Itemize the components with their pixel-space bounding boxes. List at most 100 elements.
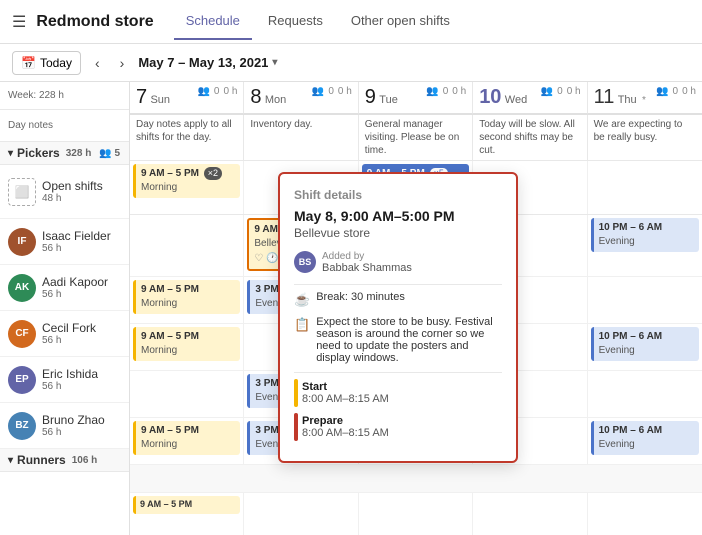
added-by-label: Added by xyxy=(322,251,364,262)
pickers-chevron: ▾ xyxy=(8,148,13,159)
sidebar-item-bruno: BZ Bruno Zhao 56 h xyxy=(0,403,129,449)
tab-requests[interactable]: Requests xyxy=(256,3,335,40)
shift-aadi-sun[interactable]: 9 AM – 5 PM Morning xyxy=(133,280,240,314)
day-headers: 7 Sun 👥0 0 h 8 xyxy=(130,82,702,115)
pickers-label: Pickers xyxy=(17,146,60,160)
shift-open-sun[interactable]: 9 AM – 5 PM ×2 Morning xyxy=(133,164,240,198)
shift-bruno-thu[interactable]: 10 PM – 6 AM Evening xyxy=(591,421,699,455)
date-range-chevron: ▾ xyxy=(272,57,277,68)
popup-note: 📋 Expect the store to be busy. Festival … xyxy=(294,316,502,364)
day-note-3: Today will be slow. All second shifts ma… xyxy=(473,115,587,160)
popup-added-by: BS Added by Babbak Shammas xyxy=(294,250,502,274)
section-runners[interactable]: ▾ Runners 106 h xyxy=(0,449,129,472)
nav-tabs: Schedule Requests Other open shifts xyxy=(174,3,462,40)
avatar-cecil: CF xyxy=(8,320,36,348)
segment-info-start: Start 8:00 AM–8:15 AM xyxy=(302,381,389,405)
segment-color-bar-start xyxy=(294,379,298,407)
day-note-1: Inventory day. xyxy=(244,115,358,160)
week-summary: Week: 228 h xyxy=(0,82,129,110)
day-number-10: 10 xyxy=(479,86,501,108)
open-shifts-icon: ⬜ xyxy=(8,178,36,206)
shift-cecil-sun[interactable]: 9 AM – 5 PM Morning xyxy=(133,327,240,361)
day-number-8: 8 xyxy=(250,86,261,108)
day-stats-9: 👥0 0 h xyxy=(426,86,466,97)
day-header-9: 9 Tue 👥0 0 h xyxy=(359,82,473,114)
runners-chevron: ▾ xyxy=(8,455,13,466)
app-container: ☰ Redmond store Schedule Requests Other … xyxy=(0,0,702,535)
day-stats-10: 👥0 0 h xyxy=(541,86,581,97)
avatar-bruno: BZ xyxy=(8,412,36,440)
note-text: Expect the store to be busy. Festival se… xyxy=(316,316,502,364)
day-stats-11: 👥0 0 h xyxy=(656,86,696,97)
sidebar-item-aadi: AK Aadi Kapoor 56 h xyxy=(0,265,129,311)
cell-cecil-0: 9 AM – 5 PM Morning xyxy=(130,324,244,370)
top-nav: ☰ Redmond store Schedule Requests Other … xyxy=(0,0,702,44)
shift-details-popup: Shift details May 8, 9:00 AM–5:00 PM Bel… xyxy=(278,172,518,463)
calendar-icon: 📅 xyxy=(21,56,36,70)
pickers-stats: 328 h 👥 5 xyxy=(66,148,120,159)
tab-schedule[interactable]: Schedule xyxy=(174,3,252,40)
section-pickers[interactable]: ▾ Pickers 328 h 👥 5 xyxy=(0,142,129,165)
sub-nav: 📅 Today ‹ › May 7 – May 13, 2021 ▾ xyxy=(0,44,702,82)
open-shifts-info: Open shifts 48 h xyxy=(42,179,103,204)
today-button[interactable]: 📅 Today xyxy=(12,51,81,75)
day-header-10: 10 Wed 👥0 0 h xyxy=(473,82,587,114)
popup-segment-start: Start 8:00 AM–8:15 AM xyxy=(294,379,502,407)
popup-segment-prepare: Prepare 8:00 AM–8:15 AM xyxy=(294,413,502,441)
shift-runners-sun[interactable]: 9 AM – 5 PM xyxy=(133,496,240,514)
hamburger-icon[interactable]: ☰ xyxy=(12,12,26,32)
sidebar: Week: 228 h Day notes ▾ Pickers 328 h 👥 … xyxy=(0,82,130,535)
sidebar-item-isaac: IF Isaac Fielder 56 h xyxy=(0,219,129,265)
cell-bruno-0: 9 AM – 5 PM Morning xyxy=(130,418,244,464)
avatar-aadi: AK xyxy=(8,274,36,302)
date-range[interactable]: May 7 – May 13, 2021 ▾ xyxy=(138,55,277,70)
runners-section-row xyxy=(130,465,702,492)
person-hours-cecil: 56 h xyxy=(42,335,96,346)
person-hours-aadi: 56 h xyxy=(42,289,108,300)
next-week-button[interactable]: › xyxy=(114,51,131,75)
note-icon: 📋 xyxy=(294,317,310,333)
cell-runners-0: 9 AM – 5 PM xyxy=(130,493,244,535)
cell-cecil-4: 10 PM – 6 AM Evening xyxy=(588,324,702,370)
today-label: Today xyxy=(40,56,72,70)
avatar-eric: EP xyxy=(8,366,36,394)
tab-other-open-shifts[interactable]: Other open shifts xyxy=(339,3,462,40)
segment-color-bar-prepare xyxy=(294,413,298,441)
shift-isaac-thu[interactable]: 10 PM – 6 AM Evening xyxy=(591,218,699,252)
person-hours-bruno: 56 h xyxy=(42,427,105,438)
cell-open-0: 9 AM – 5 PM ×2 Morning xyxy=(130,161,244,214)
person-hours-isaac: 56 h xyxy=(42,243,111,254)
day-number-11: 11 xyxy=(594,86,615,108)
added-by-name: Babbak Shammas xyxy=(322,262,412,274)
day-note-4: We are expecting to be really busy. xyxy=(588,115,702,160)
popup-added-avatar: BS xyxy=(294,251,316,273)
day-name-10: Wed xyxy=(505,94,527,106)
person-hours-eric: 56 h xyxy=(42,381,98,392)
person-name-eric: Eric Ishida xyxy=(42,367,98,381)
shift-bruno-sun[interactable]: 9 AM – 5 PM Morning xyxy=(133,421,240,455)
popup-title: Shift details xyxy=(294,188,502,202)
person-name-isaac: Isaac Fielder xyxy=(42,229,111,243)
cell-aadi-0: 9 AM – 5 PM Morning xyxy=(130,277,244,323)
break-label: Break: 30 minutes xyxy=(316,291,405,303)
cell-runners-4 xyxy=(588,493,702,535)
sidebar-open-shifts: ⬜ Open shifts 48 h xyxy=(0,165,129,219)
calendar-inner: 7 Sun 👥0 0 h 8 xyxy=(130,82,702,535)
day-stats-7: 👥0 0 h xyxy=(197,86,237,97)
day-header-7: 7 Sun 👥0 0 h xyxy=(130,82,244,114)
break-icon: ☕ xyxy=(294,292,310,308)
day-notes-label: Day notes xyxy=(0,110,129,142)
sidebar-item-eric: EP Eric Ishida 56 h xyxy=(0,357,129,403)
open-shifts-name: Open shifts xyxy=(42,179,103,193)
calendar-area: 7 Sun 👥0 0 h 8 xyxy=(130,82,702,535)
cell-eric-4 xyxy=(588,371,702,417)
prev-week-button[interactable]: ‹ xyxy=(89,51,106,75)
day-number-7: 7 xyxy=(136,86,147,108)
day-header-8: 8 Mon 👥0 0 h xyxy=(244,82,358,114)
runners-stats: 106 h xyxy=(72,455,98,466)
popup-divider-2 xyxy=(294,372,502,373)
popup-store: Bellevue store xyxy=(294,226,502,240)
row-runners-header xyxy=(130,465,702,493)
shift-cecil-thu[interactable]: 10 PM – 6 AM Evening xyxy=(591,327,699,361)
main-layout: Week: 228 h Day notes ▾ Pickers 328 h 👥 … xyxy=(0,82,702,535)
